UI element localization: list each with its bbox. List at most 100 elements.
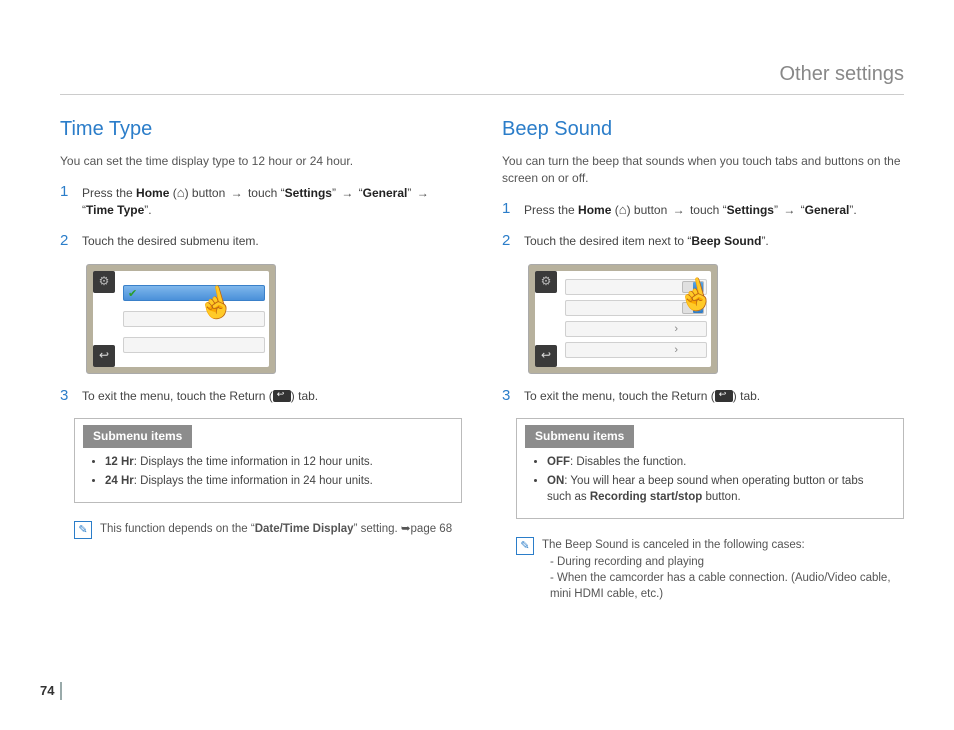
bold: Date/Time Display	[255, 523, 354, 535]
text: ”.	[144, 203, 151, 217]
bold-home: Home	[578, 203, 611, 217]
bold: 12 Hr	[105, 456, 134, 468]
section-title-time-type: Time Type	[60, 115, 462, 143]
intro-beep-sound: You can turn the beep that sounds when y…	[502, 153, 904, 187]
bold: Recording start/stop	[590, 491, 702, 503]
column-time-type: Time Type You can set the time display t…	[60, 115, 462, 614]
submenu-item-on: ON: You will hear a beep sound when oper…	[547, 473, 889, 505]
toggle-on	[682, 281, 704, 293]
step-2-time-type: 2 Touch the desired submenu item.	[60, 233, 462, 250]
step-body: Press the Home () button touch “Settings…	[524, 201, 904, 219]
text: button	[631, 203, 671, 217]
text: ”.	[761, 234, 768, 248]
arrow-icon	[671, 203, 687, 217]
step-3-time-type: 3 To exit the menu, touch the Return ( ) …	[60, 388, 462, 405]
screen-gear-tab: ⚙	[535, 271, 557, 293]
arrow-icon	[415, 186, 431, 200]
arrow-icon	[339, 186, 355, 200]
step-number: 3	[502, 388, 514, 405]
step-number: 2	[502, 233, 514, 250]
step-number: 3	[60, 388, 72, 405]
section-title-beep-sound: Beep Sound	[502, 115, 904, 143]
submenu-item-24hr: 24 Hr: Displays the time information in …	[105, 473, 447, 489]
illustration-time-type: ✔ ⚙ ↩ ☝	[86, 264, 276, 374]
text: button.	[702, 491, 740, 503]
note-beep: ✎ The Beep Sound is canceled in the foll…	[516, 537, 904, 601]
step-2-beep: 2 Touch the desired item next to “Beep S…	[502, 233, 904, 250]
bold-general: General	[805, 203, 850, 217]
menu-row-selected: ✔	[123, 285, 265, 301]
bold: 24 Hr	[105, 475, 134, 487]
text: ”.	[849, 203, 856, 217]
submenu-box-beep: Submenu items OFF: Disables the function…	[516, 418, 904, 519]
menu-row	[565, 279, 707, 295]
illustration-beep-sound: › › ⚙ ↩ ☝	[528, 264, 718, 374]
column-beep-sound: Beep Sound You can turn the beep that so…	[502, 115, 904, 614]
text: ) tab.	[733, 389, 760, 403]
menu-row	[123, 311, 265, 327]
screen-return-tab: ↩	[93, 345, 115, 367]
return-icon	[273, 390, 291, 402]
screen-return-tab: ↩	[535, 345, 557, 367]
intro-time-type: You can set the time display type to 12 …	[60, 153, 462, 170]
arrow-icon	[229, 186, 245, 200]
step-number: 1	[502, 201, 514, 219]
return-icon: ↩	[541, 347, 551, 364]
text: : Displays the time information in 24 ho…	[134, 475, 373, 487]
text: : Disables the function.	[570, 456, 686, 468]
submenu-item-12hr: 12 Hr: Displays the time information in …	[105, 454, 447, 470]
gear-icon: ⚙	[541, 273, 552, 290]
submenu-body: 12 Hr: Displays the time information in …	[75, 454, 461, 502]
submenu-item-off: OFF: Disables the function.	[547, 454, 889, 470]
bold: Beep Sound	[691, 234, 761, 248]
text: ) tab.	[291, 389, 318, 403]
submenu-box-time-type: Submenu items 12 Hr: Displays the time i…	[74, 418, 462, 503]
text: Press the	[524, 203, 578, 217]
page-header: Other settings	[60, 60, 904, 95]
text: To exit the menu, touch the Return (	[524, 389, 715, 403]
bold-general: General	[363, 186, 408, 200]
step-1-time-type: 1 Press the Home () button touch “Settin…	[60, 184, 462, 219]
screen-rows: ✔	[93, 271, 269, 367]
text: ” setting.	[354, 523, 401, 535]
step-body: Press the Home () button touch “Settings…	[82, 184, 462, 219]
bold-settings: Settings	[727, 203, 774, 217]
text: This function depends on the “	[100, 523, 255, 535]
arrow-icon	[781, 203, 797, 217]
menu-row: ›	[565, 342, 707, 358]
note-line: - During recording and playing	[542, 554, 904, 570]
step-body: Touch the desired submenu item.	[82, 233, 462, 250]
toggle-on	[682, 302, 704, 314]
menu-row: ›	[565, 321, 707, 337]
gear-icon: ⚙	[99, 273, 110, 290]
text: button	[189, 186, 229, 200]
step-3-beep: 3 To exit the menu, touch the Return ( ) …	[502, 388, 904, 405]
note-body: The Beep Sound is canceled in the follow…	[542, 537, 904, 601]
note-icon: ✎	[74, 521, 92, 539]
text: : Displays the time information in 12 ho…	[134, 456, 373, 468]
step-1-beep: 1 Press the Home () button touch “Settin…	[502, 201, 904, 219]
return-icon	[715, 390, 733, 402]
bold-timetype: Time Type	[86, 203, 144, 217]
page-number: 74	[40, 682, 62, 700]
menu-row	[565, 300, 707, 316]
text: To exit the menu, touch the Return (	[82, 389, 273, 403]
check-icon: ✔	[128, 287, 137, 302]
note-body: This function depends on the “Date/Time …	[100, 521, 462, 539]
step-body: To exit the menu, touch the Return ( ) ta…	[524, 388, 904, 405]
bold-settings: Settings	[285, 186, 332, 200]
screen-gear-tab: ⚙	[93, 271, 115, 293]
submenu-header: Submenu items	[525, 425, 634, 448]
text: The Beep Sound is canceled in the follow…	[542, 537, 904, 553]
text: ”	[407, 186, 414, 200]
bold-home: Home	[136, 186, 169, 200]
submenu-body: OFF: Disables the function. ON: You will…	[517, 454, 903, 518]
note-time-type: ✎ This function depends on the “Date/Tim…	[74, 521, 462, 539]
note-line: - When the camcorder has a cable connect…	[542, 570, 904, 602]
step-number: 1	[60, 184, 72, 219]
text: Press the	[82, 186, 136, 200]
home-icon	[177, 186, 185, 200]
step-body: To exit the menu, touch the Return ( ) ta…	[82, 388, 462, 405]
bold: OFF	[547, 456, 570, 468]
screen-rows: › ›	[535, 271, 711, 367]
